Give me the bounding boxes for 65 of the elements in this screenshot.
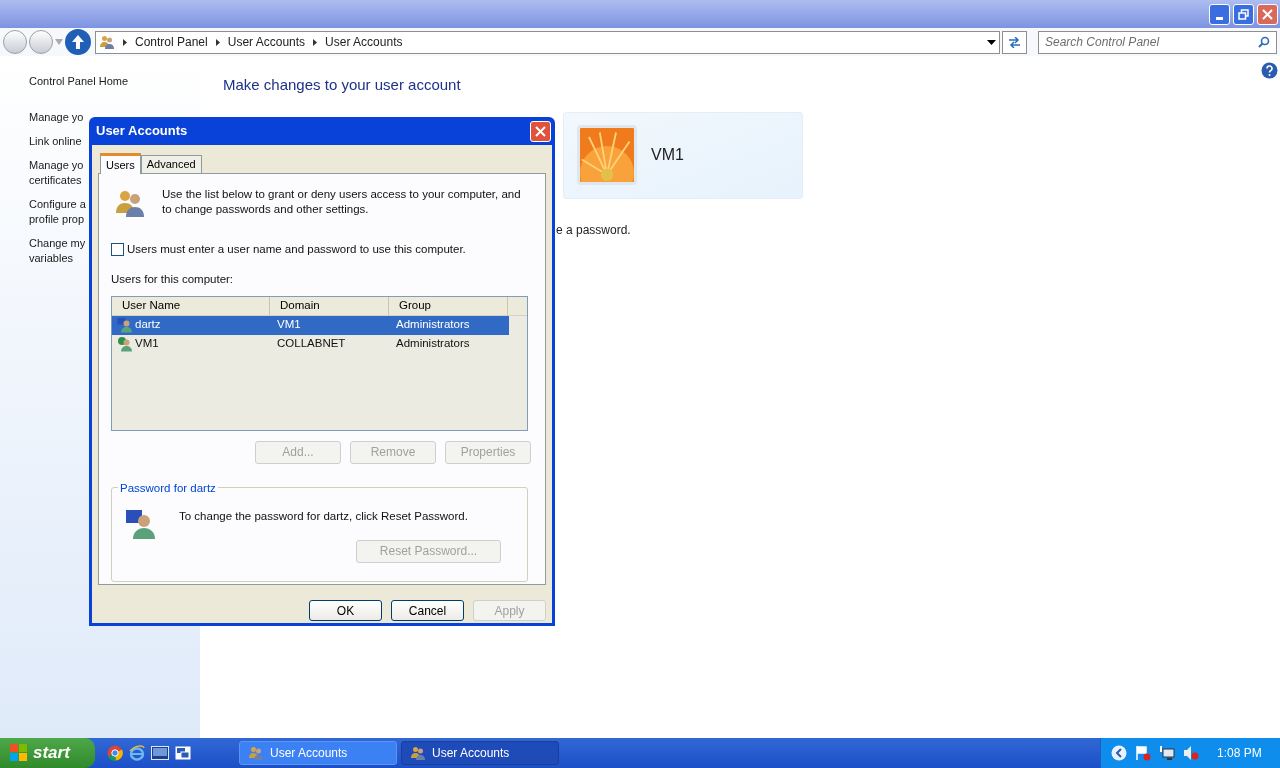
refresh-button[interactable]: [1002, 30, 1027, 54]
desktop-icon[interactable]: [151, 746, 169, 760]
chevron-icon[interactable]: [1111, 745, 1127, 761]
list-row[interactable]: VM1 COLLABNET Administrators: [112, 334, 509, 354]
list-label: Users for this computer:: [111, 272, 235, 288]
taskbar-button[interactable]: User Accounts: [401, 741, 559, 765]
minimize-button[interactable]: [1209, 3, 1230, 25]
close-icon: [1262, 8, 1273, 20]
tab[interactable]: Users: [100, 153, 141, 174]
flag-icon[interactable]: [1135, 745, 1151, 761]
chrome-icon[interactable]: [107, 745, 123, 761]
up-arrow-icon: [70, 34, 86, 50]
dialog-button[interactable]: Cancel: [391, 600, 464, 621]
account-description: e a password.: [556, 221, 632, 239]
dialog-button[interactable]: OK: [309, 600, 382, 621]
restore-icon: [1238, 8, 1249, 20]
chevron-icon[interactable]: [215, 38, 220, 46]
dialog-title: User Accounts: [96, 122, 188, 141]
list-cell-text: Administrators: [396, 317, 470, 333]
password-text: To change the password for dartz, click Reset Password.: [179, 508, 468, 524]
page-heading: Make changes to your user account: [223, 75, 462, 95]
list-cell-text: VM1: [277, 317, 301, 333]
checkbox[interactable]: [111, 243, 124, 257]
windows-icon[interactable]: [175, 746, 191, 760]
breadcrumb[interactable]: Control Panel: [135, 33, 208, 51]
chevron-icon[interactable]: [313, 38, 318, 46]
dropdown-icon[interactable]: [987, 39, 996, 45]
speaker-muted-icon[interactable]: [1183, 745, 1199, 761]
user-icon: [125, 507, 157, 540]
close-button[interactable]: [530, 120, 551, 142]
list-cell-text: VM1: [135, 336, 159, 352]
taskbar-button[interactable]: User Accounts: [239, 741, 397, 765]
start-button[interactable]: start: [0, 738, 95, 768]
user-icon: [117, 317, 133, 333]
user-icon: [117, 336, 133, 352]
search-icon[interactable]: [1258, 36, 1270, 48]
close-icon: [535, 125, 546, 137]
users-icon: [99, 34, 115, 50]
list-cell-text: Administrators: [396, 336, 470, 352]
up-button[interactable]: [65, 29, 91, 55]
windows-logo: [10, 744, 28, 762]
browser-icon[interactable]: [129, 745, 145, 761]
help-icon[interactable]: [1261, 62, 1278, 79]
close-button[interactable]: [1257, 3, 1278, 25]
breadcrumb[interactable]: User Accounts: [325, 33, 403, 51]
list-cell-text: COLLABNET: [277, 336, 346, 352]
clock: 1:08 PM: [1217, 745, 1262, 762]
chevron-icon[interactable]: [123, 38, 127, 46]
search-field[interactable]: Search Control Panel: [1038, 30, 1277, 54]
intro-text: Use the list below to grant or deny users access to your computer, and to change passwords and other settings.: [162, 187, 522, 217]
sidebar-link[interactable]: Control Panel Home: [29, 74, 200, 89]
column-header[interactable]: Group: [389, 296, 508, 315]
network-icon[interactable]: [1159, 745, 1175, 761]
checkbox-label: Users must enter a user name and password to use this computer.: [127, 242, 466, 257]
tab[interactable]: Advanced: [140, 155, 202, 173]
users-icon: [248, 745, 264, 761]
refresh-icon: [1008, 36, 1021, 48]
address-field[interactable]: Control Panel User Accounts User Accounts: [95, 30, 1000, 54]
restore-button[interactable]: [1233, 3, 1254, 25]
breadcrumb[interactable]: User Accounts: [227, 33, 306, 51]
account-name: VM1: [651, 145, 684, 165]
list-cell-text: dartz: [135, 317, 161, 333]
users-icon: [410, 745, 426, 761]
column-header[interactable]: Domain: [270, 296, 389, 315]
column-header[interactable]: User Name: [112, 296, 270, 315]
